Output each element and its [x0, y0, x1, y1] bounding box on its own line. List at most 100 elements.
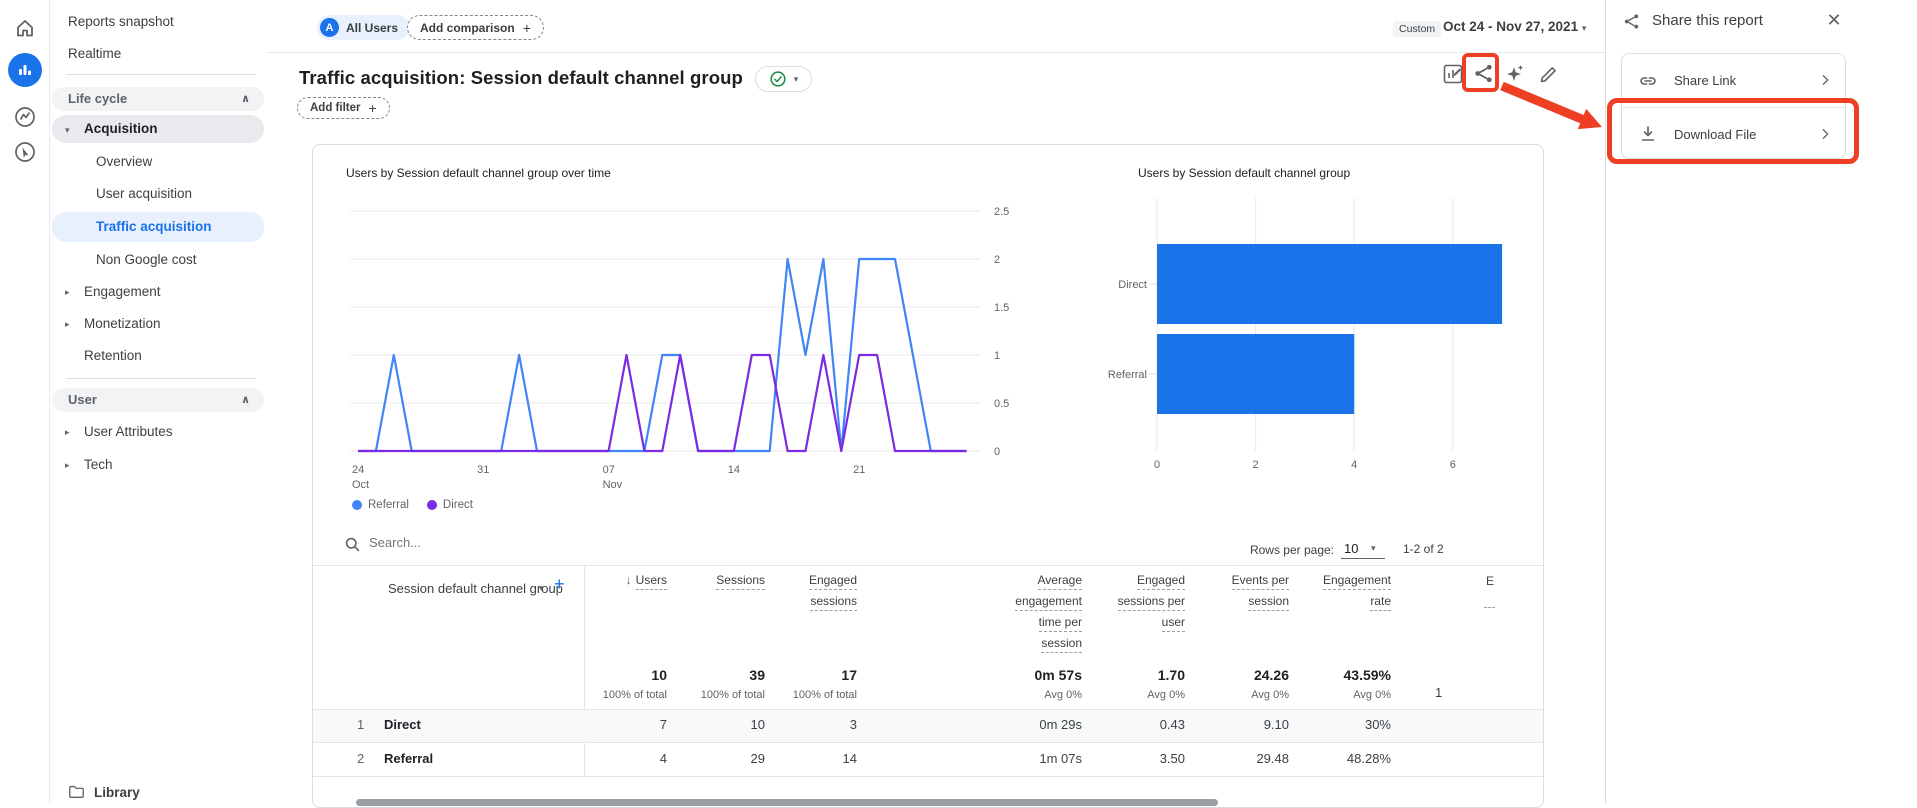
pagination-status: 1-2 of 2 [1403, 542, 1444, 556]
sidebar-section-life-cycle[interactable]: Life cycle ∧ [52, 87, 264, 111]
sidebar-item-user-attributes[interactable]: ▸ User Attributes [52, 418, 264, 446]
sidebar-item-non-google-cost[interactable]: Non Google cost [52, 246, 264, 274]
x-axis-label: 21 [853, 464, 865, 476]
table-cell: 14 [727, 751, 857, 766]
column-header[interactable]: Engagedsessions [727, 573, 857, 615]
bar-direct [1157, 244, 1502, 324]
download-file-option[interactable]: Download File [1622, 107, 1845, 160]
caret-down-icon: ▾ [1582, 23, 1587, 33]
bar-referral [1157, 334, 1354, 414]
audience-label: All Users [346, 21, 398, 35]
sidebar-item-tech[interactable]: ▸ Tech [52, 451, 264, 479]
add-filter-button[interactable]: Add filter + [297, 97, 390, 119]
category-label: Referral [1108, 369, 1147, 381]
share-icon [1622, 12, 1641, 31]
y-axis-label: 0.5 [994, 398, 1009, 410]
app-nav-rail [0, 0, 50, 804]
sidebar-item-reports-snapshot[interactable]: Reports snapshot [52, 8, 264, 36]
chevron-up-icon: ∧ [241, 87, 250, 111]
table-top-border [313, 565, 1544, 566]
column-header-line: rate [1370, 594, 1391, 611]
y-axis-label: 0 [994, 446, 1000, 458]
y-axis-label: 1.5 [994, 302, 1009, 314]
sidebar-section-user[interactable]: User ∧ [52, 388, 264, 412]
column-header[interactable]: Engagement rate [1261, 573, 1391, 615]
search-icon [344, 536, 361, 553]
sidebar-item-overview[interactable]: Overview [52, 148, 264, 176]
table-bottom-border [313, 776, 1544, 777]
avatar: A [320, 18, 339, 37]
section-label: User [68, 392, 97, 407]
sidebar-item-library[interactable]: Library [52, 779, 264, 807]
download-icon [1638, 124, 1658, 144]
sidebar-item-user-acquisition[interactable]: User acquisition [52, 180, 264, 208]
report-card: Users by Session default channel group o… [312, 144, 1544, 808]
totals-value: 43.59% [1261, 667, 1391, 683]
row-divider [313, 742, 1544, 743]
x-axis-label: 2 [1253, 459, 1259, 471]
sidebar-item-retention[interactable]: Retention [52, 342, 264, 370]
folder-icon [68, 783, 85, 800]
close-icon[interactable]: ✕ [1820, 6, 1848, 34]
legend-item-direct: Direct [427, 499, 473, 511]
sidebar-divider [66, 74, 256, 75]
caret-right-icon: ▸ [65, 278, 70, 306]
bar-chart-title: Users by Session default channel group [1138, 166, 1350, 180]
item-label: Tech [84, 457, 113, 472]
sidebar-item-engagement[interactable]: ▸ Engagement [52, 278, 264, 306]
download-file-label: Download File [1674, 127, 1756, 142]
caret-right-icon: ▸ [65, 310, 70, 338]
column-header-line: sessions [810, 594, 857, 611]
date-range-selector[interactable]: Oct 24 - Nov 27, 2021 ▾ [1443, 19, 1586, 34]
chevron-right-icon [1817, 72, 1833, 88]
share-link-option[interactable]: Share Link [1622, 54, 1845, 107]
share-options-card: Share Link Download File [1621, 53, 1846, 159]
sidebar-item-monetization[interactable]: ▸ Monetization [52, 310, 264, 338]
channel-name: Direct [384, 717, 421, 732]
sidebar-item-traffic-acquisition[interactable]: Traffic acquisition [52, 212, 264, 242]
item-label: Acquisition [84, 121, 158, 136]
clipped-totals-fragment: 1 [1435, 685, 1442, 700]
x-axis-label: 6 [1450, 459, 1456, 471]
home-icon[interactable] [13, 16, 37, 40]
date-range-label: Oct 24 - Nov 27, 2021 [1443, 19, 1578, 34]
plus-icon: + [368, 100, 376, 116]
horizontal-scrollbar[interactable] [356, 799, 1218, 806]
x-axis-label: 31 [477, 464, 489, 476]
explore-icon[interactable] [13, 105, 37, 129]
row-number: 2 [357, 751, 364, 766]
sidebar-item-acquisition[interactable]: ▾ Acquisition [52, 115, 264, 143]
advertising-icon[interactable] [13, 140, 37, 164]
search-input[interactable] [369, 535, 589, 550]
insights-icon[interactable] [1502, 62, 1528, 88]
x-axis-label: Oct [352, 479, 369, 491]
y-axis-label: 1 [994, 350, 1000, 362]
column-header-line: user [1162, 615, 1185, 632]
row-number: 1 [357, 717, 364, 732]
rows-per-page-select[interactable]: 10 [1344, 541, 1358, 556]
bar-chart: 0246DirectReferral [1091, 196, 1544, 496]
reports-icon-active[interactable] [8, 53, 42, 87]
sort-descending-icon: ↓ [626, 573, 632, 587]
report-validity-badge[interactable]: ▾ [755, 66, 812, 92]
item-label: User Attributes [84, 424, 173, 439]
caret-down-icon: ▾ [1371, 543, 1376, 554]
clipped-column-header: E [1486, 574, 1494, 588]
line-chart-title: Users by Session default channel group o… [346, 166, 611, 180]
totals-sub: 100% of total [727, 689, 857, 701]
customize-report-icon[interactable] [1440, 62, 1466, 88]
caret-right-icon: ▸ [65, 451, 70, 479]
channel-name: Referral [384, 751, 433, 766]
column-header-line: Engagement [1323, 573, 1391, 590]
chart-legend: ReferralDirect [352, 497, 491, 515]
sidebar-divider [66, 378, 256, 379]
link-icon [1638, 71, 1658, 91]
share-icon[interactable] [1470, 62, 1496, 88]
plus-icon: + [523, 20, 531, 36]
edit-icon[interactable] [1536, 62, 1562, 88]
add-filter-label: Add filter [310, 102, 360, 114]
chevron-up-icon: ∧ [241, 388, 250, 412]
add-comparison-button[interactable]: Add comparison + [407, 15, 544, 40]
audience-pill-all-users[interactable]: A All Users [317, 15, 410, 40]
sidebar-item-realtime[interactable]: Realtime [52, 40, 264, 68]
